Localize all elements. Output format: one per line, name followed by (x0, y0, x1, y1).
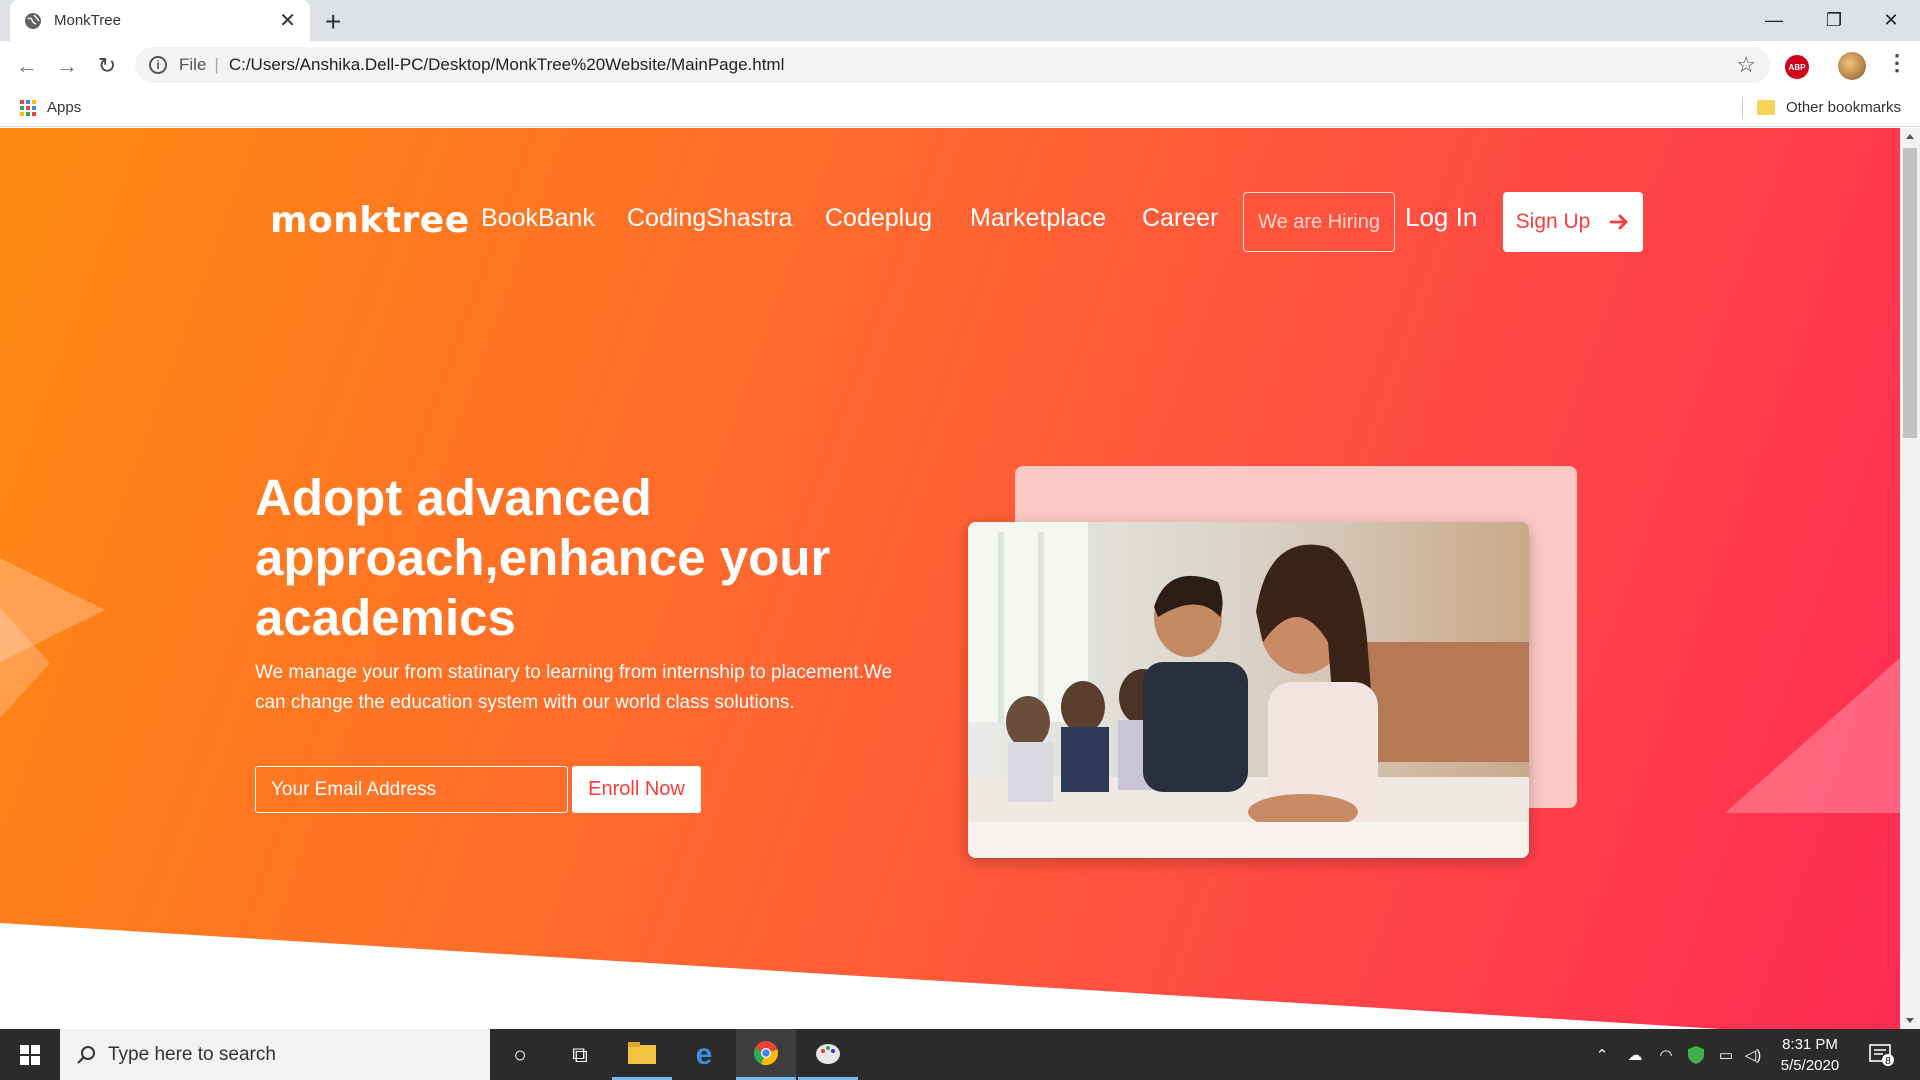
address-scheme-label: File (179, 55, 207, 74)
browser-tab[interactable]: MonkTree ✕ (10, 0, 310, 41)
chrome-icon[interactable] (736, 1029, 796, 1080)
browser-tab-strip: MonkTree ✕ + — ❐ ✕ (0, 0, 1920, 41)
scroll-up-arrow-icon[interactable] (1906, 134, 1914, 139)
task-view-icon[interactable]: ⧉ (550, 1029, 610, 1080)
bookmarks-bar: Apps Other bookmarks (0, 89, 1920, 127)
apps-bookmark[interactable]: Apps (47, 99, 81, 116)
onedrive-cloud-icon[interactable]: ☁ (1620, 1029, 1650, 1080)
reload-icon[interactable]: ↻ (94, 53, 120, 79)
decorative-triangle-left-small (0, 608, 50, 718)
signup-button[interactable]: Sign Up (1503, 192, 1643, 252)
taskbar-search-placeholder: Type here to search (108, 1043, 276, 1065)
globe-icon (25, 12, 41, 29)
security-shield-icon[interactable] (1682, 1029, 1710, 1080)
tab-title: MonkTree (54, 12, 121, 29)
address-separator: | (214, 55, 219, 74)
browser-menu-icon[interactable]: ⋮ (1886, 50, 1908, 76)
clock-date: 5/5/2020 (1780, 1057, 1840, 1074)
taskbar-clock[interactable]: 8:31 PM 5/5/2020 (1768, 1034, 1852, 1076)
taskbar-search-box[interactable]: Type here to search (60, 1029, 490, 1080)
battery-icon[interactable]: ▭ (1712, 1029, 1740, 1080)
login-link[interactable]: Log In (1405, 202, 1477, 233)
adblock-extension-icon[interactable]: ABP (1785, 55, 1809, 79)
page-scrollbar[interactable] (1900, 128, 1920, 1029)
decorative-triangle-right (1725, 658, 1900, 813)
tray-chevron-icon[interactable]: ⌃ (1590, 1029, 1614, 1080)
minimize-icon[interactable]: — (1745, 0, 1803, 41)
other-bookmarks[interactable]: Other bookmarks (1786, 99, 1901, 116)
file-explorer-icon[interactable] (612, 1029, 672, 1080)
profile-avatar[interactable] (1838, 52, 1866, 80)
tab-close-icon[interactable]: ✕ (279, 8, 296, 33)
nav-link-codeplug[interactable]: Codeplug (825, 204, 932, 233)
new-tab-icon[interactable]: + (325, 6, 341, 38)
page-viewport: monktree BookBank CodingShastra Codeplug… (0, 128, 1900, 1029)
restore-icon[interactable]: ❐ (1805, 0, 1863, 41)
students-photo (968, 522, 1529, 858)
nav-link-career[interactable]: Career (1142, 204, 1218, 233)
address-url[interactable]: C:/Users/Anshika.Dell-PC/Desktop/MonkTre… (229, 55, 785, 75)
scroll-thumb[interactable] (1903, 148, 1917, 438)
clock-time: 8:31 PM (1782, 1036, 1838, 1053)
browser-toolbar: ← → ↻ i File | C:/Users/Anshika.Dell-PC/… (0, 41, 1920, 89)
scroll-down-arrow-icon[interactable] (1906, 1018, 1914, 1023)
site-logo[interactable]: monktree (270, 200, 470, 241)
nav-link-marketplace[interactable]: Marketplace (970, 204, 1106, 233)
bookmarks-divider (1742, 97, 1743, 119)
email-input[interactable] (255, 766, 568, 813)
notification-center-icon[interactable]: 8 (1862, 1029, 1902, 1080)
apps-grid-icon[interactable] (20, 100, 36, 116)
nav-link-codingshastra[interactable]: CodingShastra (627, 204, 792, 233)
hiring-button[interactable]: We are Hiring (1243, 192, 1395, 252)
wifi-icon[interactable]: ◠ (1652, 1029, 1680, 1080)
forward-arrow-icon[interactable]: → (54, 53, 80, 79)
hero-subtext: We manage your from statinary to learnin… (255, 662, 893, 713)
window-close-icon[interactable]: ✕ (1862, 0, 1920, 41)
search-icon (77, 1045, 95, 1064)
hero-headline: Adopt advanced approach,enhance your aca… (255, 469, 831, 646)
address-bar[interactable]: i File | C:/Users/Anshika.Dell-PC/Deskto… (135, 47, 1770, 83)
signup-label: Sign Up (1515, 210, 1591, 233)
arrow-right-icon (1609, 214, 1628, 230)
windows-start-icon[interactable] (0, 1029, 60, 1080)
edge-browser-icon[interactable]: e (674, 1029, 734, 1080)
info-icon[interactable]: i (149, 56, 167, 74)
windows-taskbar: Type here to search ○ ⧉ e ⌃ ☁ ◠ ▭ ◁) 8:3… (0, 1029, 1920, 1080)
enroll-button[interactable]: Enroll Now (572, 766, 701, 813)
nav-link-bookbank[interactable]: BookBank (481, 204, 595, 233)
folder-icon (1757, 100, 1775, 115)
volume-icon[interactable]: ◁) (1740, 1029, 1766, 1080)
notification-count: 8 (1885, 1056, 1891, 1067)
cortana-icon[interactable]: ○ (490, 1029, 550, 1080)
paint-icon[interactable] (798, 1029, 858, 1080)
back-arrow-icon[interactable]: ← (14, 53, 40, 79)
bookmark-star-icon[interactable]: ☆ (1736, 52, 1756, 78)
